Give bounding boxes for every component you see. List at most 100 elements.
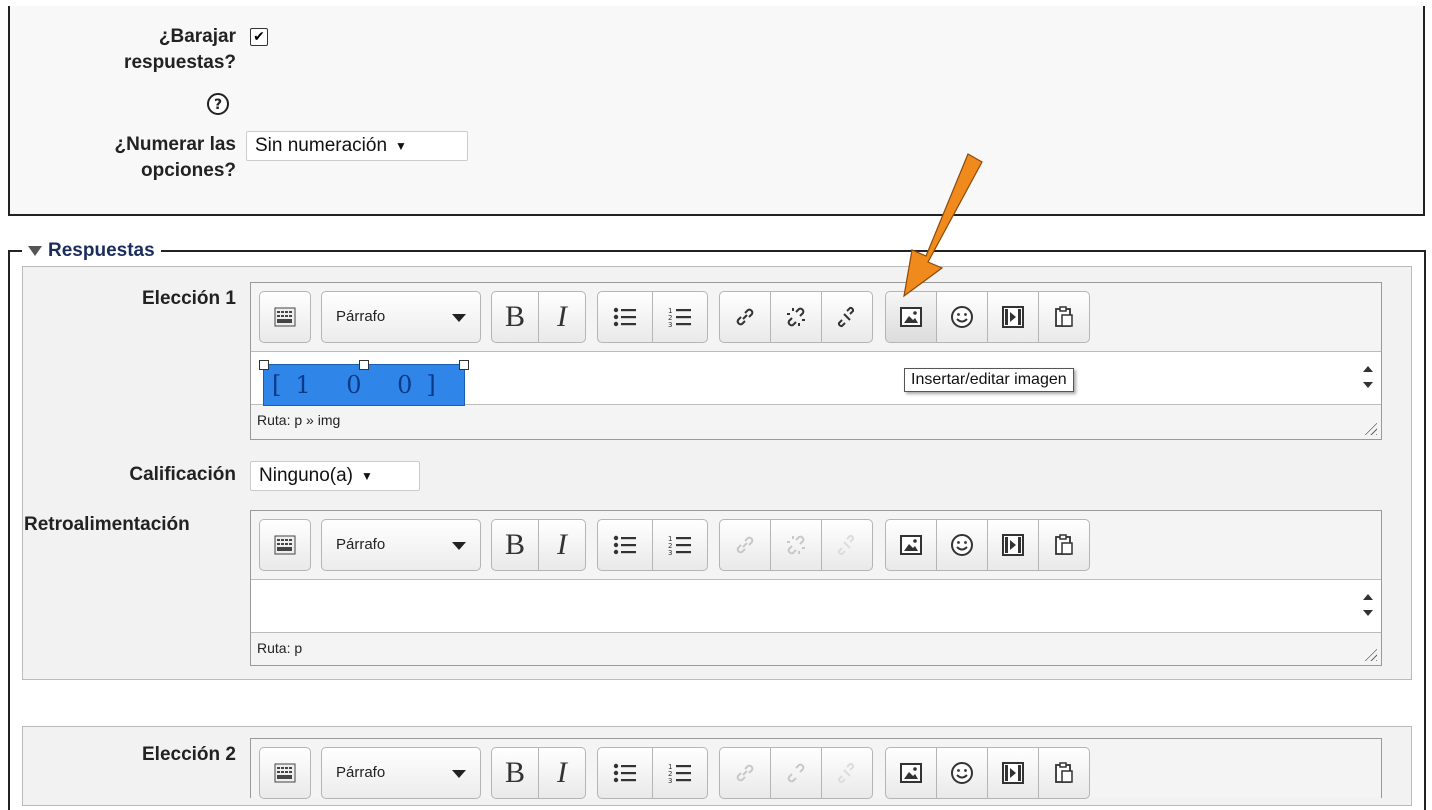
bold-icon: B xyxy=(504,528,525,561)
italic-button[interactable]: I xyxy=(538,291,586,343)
media-button[interactable] xyxy=(987,747,1039,799)
paste-icon xyxy=(1055,306,1073,327)
grade-select[interactable]: Ninguno(a) ▼ xyxy=(250,461,420,491)
ordered-list-button[interactable]: 123 xyxy=(652,291,708,343)
resize-handle[interactable] xyxy=(359,360,369,370)
emoticon-button[interactable] xyxy=(936,747,988,799)
format-select[interactable]: Párrafo xyxy=(321,291,481,343)
image-icon xyxy=(900,307,922,327)
format-select[interactable]: Párrafo xyxy=(321,519,481,571)
scroll-down-icon[interactable] xyxy=(1363,382,1373,388)
unordered-list-icon xyxy=(613,307,636,327)
bold-icon: B xyxy=(504,756,525,789)
resize-handle[interactable] xyxy=(259,360,269,370)
choice2-label: Elección 2 xyxy=(40,742,236,768)
format-select-value: Párrafo xyxy=(336,536,386,553)
image-icon xyxy=(900,535,922,555)
scroll-up-icon[interactable] xyxy=(1363,594,1373,600)
svg-text:3: 3 xyxy=(668,549,672,556)
unlink-icon xyxy=(787,307,805,327)
tooltip-text: Insertar/editar imagen xyxy=(911,371,1067,388)
toolbar-toggle-icon xyxy=(274,535,296,555)
feedback-toolbar: Párrafo B I 123 xyxy=(251,511,1381,579)
toolbar-toggle-icon xyxy=(274,307,296,327)
respuestas-legend-text: Respuestas xyxy=(48,240,155,261)
paste-button[interactable] xyxy=(1038,291,1090,343)
unlink-button[interactable] xyxy=(770,291,822,343)
emoticon-icon xyxy=(951,306,973,328)
paste-icon xyxy=(1055,762,1073,783)
shuffle-checkbox[interactable]: ✔ xyxy=(250,28,268,46)
media-icon xyxy=(1002,762,1024,784)
paste-icon xyxy=(1055,534,1073,555)
unordered-list-button[interactable] xyxy=(597,291,653,343)
shuffle-label: ¿Barajar respuestas? xyxy=(80,24,236,76)
numbering-label: ¿Numerar las opciones? xyxy=(40,132,236,184)
orange-arrow-annotation xyxy=(903,153,983,298)
scroll-down-icon[interactable] xyxy=(1363,610,1373,616)
italic-button[interactable]: I xyxy=(538,747,586,799)
matrix-image-text: [1 0 0] xyxy=(272,371,450,399)
help-icon[interactable]: ? xyxy=(206,92,230,116)
choice1-content-area[interactable]: [1 0 0] xyxy=(251,351,1381,406)
link-icon xyxy=(736,536,754,554)
unlink-button xyxy=(770,519,822,571)
italic-icon: I xyxy=(557,528,567,561)
ordered-list-icon: 123 xyxy=(668,535,691,556)
grade-label-text: Calificación xyxy=(129,464,236,485)
bold-button[interactable]: B xyxy=(491,747,539,799)
nolink-button xyxy=(821,747,873,799)
collapse-triangle-icon xyxy=(28,245,42,256)
link-button[interactable] xyxy=(719,291,771,343)
italic-button[interactable]: I xyxy=(538,519,586,571)
feedback-path-text: Ruta: p xyxy=(257,640,303,656)
resize-handle[interactable] xyxy=(459,360,469,370)
chevron-down-icon xyxy=(452,770,466,778)
nolink-icon xyxy=(837,762,855,784)
choice2-editor: Párrafo B I 123 xyxy=(250,738,1382,799)
selected-matrix-image[interactable]: [1 0 0] xyxy=(263,364,465,406)
chevron-down-icon xyxy=(452,314,466,322)
choice1-editor: Párrafo B I 123 [1 0 0] Ruta: p » img xyxy=(250,282,1382,440)
nolink-icon xyxy=(837,306,855,328)
grade-label: Calificación xyxy=(40,462,236,488)
emoticon-button[interactable] xyxy=(936,519,988,571)
feedback-editor: Párrafo B I 123 Ruta: p xyxy=(250,510,1382,666)
choice2-toolbar: Párrafo B I 123 xyxy=(251,739,1381,807)
respuestas-legend[interactable]: Respuestas xyxy=(22,240,161,262)
ordered-list-button[interactable]: 123 xyxy=(652,747,708,799)
unlink-icon xyxy=(787,535,805,555)
insert-image-button[interactable] xyxy=(885,519,937,571)
paste-button[interactable] xyxy=(1038,519,1090,571)
toolbar-toggle-button[interactable] xyxy=(259,519,311,571)
shuffle-label-text: ¿Barajar respuestas? xyxy=(124,26,236,73)
numbering-select[interactable]: Sin numeración ▼ xyxy=(246,131,468,161)
unlink-icon xyxy=(787,763,805,783)
image-button-tooltip: Insertar/editar imagen xyxy=(904,368,1074,392)
feedback-content-area[interactable] xyxy=(251,579,1381,633)
nolink-button xyxy=(821,519,873,571)
feedback-path: Ruta: p xyxy=(251,633,1381,663)
chevron-down-icon: ▼ xyxy=(361,469,373,483)
svg-text:3: 3 xyxy=(668,321,672,328)
toolbar-toggle-button[interactable] xyxy=(259,291,311,343)
feedback-label-text: Retroalimentación xyxy=(24,514,190,535)
choice1-toolbar: Párrafo B I 123 xyxy=(251,283,1381,351)
ordered-list-button[interactable]: 123 xyxy=(652,519,708,571)
choice1-label-text: Elección 1 xyxy=(142,288,236,309)
chevron-down-icon: ▼ xyxy=(395,139,407,153)
unordered-list-button[interactable] xyxy=(597,747,653,799)
format-select[interactable]: Párrafo xyxy=(321,747,481,799)
toolbar-toggle-button[interactable] xyxy=(259,747,311,799)
bold-button[interactable]: B xyxy=(491,519,539,571)
paste-button[interactable] xyxy=(1038,747,1090,799)
nolink-button[interactable] xyxy=(821,291,873,343)
nolink-icon xyxy=(837,534,855,556)
media-icon xyxy=(1002,306,1024,328)
choice2-label-text: Elección 2 xyxy=(142,744,236,765)
media-button[interactable] xyxy=(987,519,1039,571)
scroll-up-icon[interactable] xyxy=(1363,366,1373,372)
insert-image-button[interactable] xyxy=(885,747,937,799)
unordered-list-button[interactable] xyxy=(597,519,653,571)
bold-button[interactable]: B xyxy=(491,291,539,343)
